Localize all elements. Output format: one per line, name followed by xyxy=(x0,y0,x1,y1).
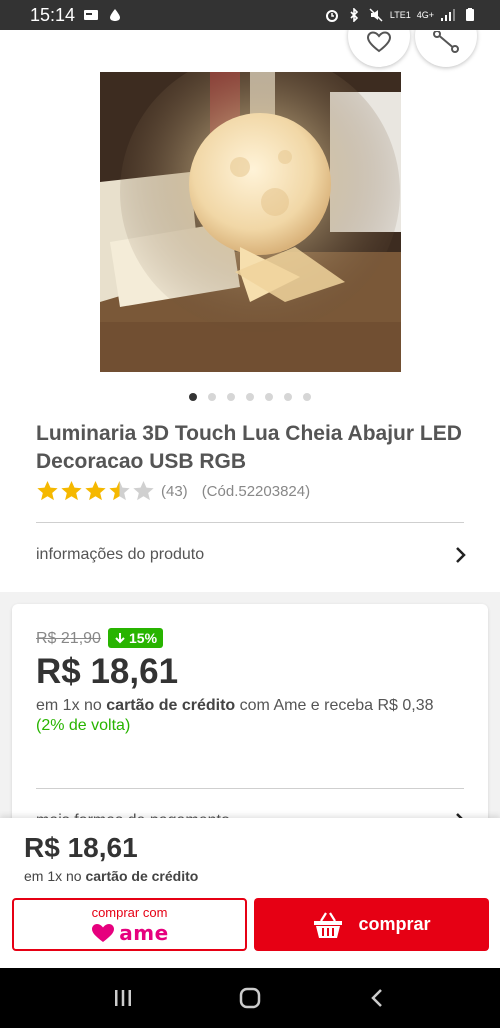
network-label: 4G+ xyxy=(416,10,434,20)
heart-icon xyxy=(366,31,392,53)
ame-heart-icon xyxy=(92,923,115,942)
carousel-dot[interactable] xyxy=(208,393,216,401)
carrier-label: LTE1 xyxy=(389,10,411,20)
back-icon xyxy=(370,989,382,1007)
carousel-dot[interactable] xyxy=(303,393,311,401)
old-price: R$ 21,90 xyxy=(36,630,101,647)
bottom-price: R$ 18,61 xyxy=(24,832,138,863)
home-icon xyxy=(239,987,261,1009)
discount-badge: 15% xyxy=(108,628,164,648)
share-icon xyxy=(433,31,459,53)
buy-button-label: comprar xyxy=(358,914,431,934)
star-icon xyxy=(85,480,106,501)
star-icon xyxy=(61,480,82,501)
divider xyxy=(36,522,464,523)
chevron-right-icon xyxy=(456,547,466,563)
recent-apps-button[interactable] xyxy=(103,983,143,1013)
product-info-label: informações do produto xyxy=(36,546,205,563)
gallery-notification-icon xyxy=(84,10,99,20)
ame-logo-text: ame xyxy=(119,920,169,945)
discount-value: 15% xyxy=(129,630,158,646)
divider xyxy=(36,788,464,789)
product-image[interactable] xyxy=(100,72,401,372)
alarm-icon xyxy=(325,10,338,22)
bottom-buy-bar: R$ 18,61 em 1x no cartão de crédito comp… xyxy=(0,818,500,968)
recent-apps-icon xyxy=(115,990,132,1006)
bottom-installment-prefix: em 1x no xyxy=(24,868,82,884)
product-title: Luminaria 3D Touch Lua Cheia Abajur LED … xyxy=(36,422,462,473)
carousel-dot[interactable] xyxy=(246,393,254,401)
status-left: 15:14 xyxy=(30,5,123,26)
drop-notification-icon xyxy=(110,9,121,21)
mute-icon xyxy=(369,8,383,22)
battery-icon xyxy=(466,8,474,21)
share-button[interactable] xyxy=(415,30,477,67)
star-icon xyxy=(37,480,58,501)
review-count[interactable]: (43) xyxy=(161,483,188,500)
star-icon xyxy=(109,480,130,501)
carousel-dot[interactable] xyxy=(284,393,292,401)
carousel-dot[interactable] xyxy=(265,393,273,401)
signal-icon xyxy=(441,9,455,21)
arrow-down-icon xyxy=(115,633,125,644)
status-icons: LTE1 4G+ xyxy=(324,8,478,22)
cashback-text: (2% de volta) xyxy=(36,717,131,734)
price: R$ 18,61 xyxy=(36,652,179,691)
back-button[interactable] xyxy=(357,983,397,1013)
product-code: (Cód.52203824) xyxy=(201,482,311,500)
bluetooth-icon xyxy=(350,8,359,22)
installment-suffix: com Ame e receba R$ 0,38 xyxy=(239,697,434,714)
installment-method: cartão de crédito xyxy=(106,697,236,714)
bottom-installment-method: cartão de crédito xyxy=(85,868,199,884)
star-rating[interactable] xyxy=(36,480,155,502)
carousel-dot[interactable] xyxy=(227,393,235,401)
status-bar: 15:14 LTE1 4G+ xyxy=(0,0,500,30)
basket-icon xyxy=(314,911,343,938)
buy-button[interactable]: comprar xyxy=(254,898,489,951)
bottom-installment: em 1x no cartão de crédito xyxy=(24,868,198,884)
system-nav-bar xyxy=(0,968,500,1028)
ame-button-label: comprar com xyxy=(91,904,168,920)
carousel-dot[interactable] xyxy=(189,393,197,401)
favorite-button[interactable] xyxy=(348,30,410,67)
moon-lamp-illustration xyxy=(100,72,401,372)
ame-logo: ame xyxy=(90,921,168,945)
rating-row: (43) (Cód.52203824) xyxy=(36,480,310,502)
buy-with-ame-button[interactable]: comprar com ame xyxy=(12,898,247,951)
product-info-link[interactable]: informações do produto xyxy=(36,546,466,564)
status-time: 15:14 xyxy=(30,4,76,25)
home-button[interactable] xyxy=(230,983,270,1013)
installment-prefix: em 1x no xyxy=(36,697,102,714)
installment-info: em 1x no cartão de crédito com Ame e rec… xyxy=(36,696,466,736)
star-icon xyxy=(133,480,154,501)
image-carousel-dots xyxy=(0,393,500,401)
